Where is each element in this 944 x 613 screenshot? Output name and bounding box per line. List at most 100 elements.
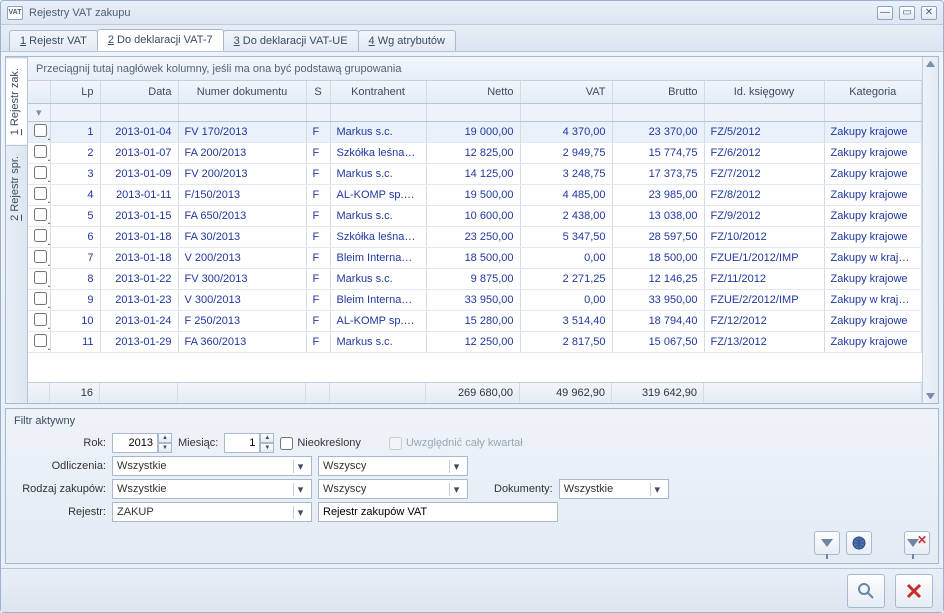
maximize-button[interactable]: ▭ (899, 6, 915, 20)
table-row[interactable]: 102013-01-24F 250/2013FAL-KOMP sp.…15 28… (28, 310, 922, 331)
combo-dokumenty[interactable]: Wszystkie▾ (559, 479, 669, 499)
row-checkbox[interactable] (28, 163, 50, 184)
tab-do-deklaracji-vat-ue[interactable]: 3 Do deklaracji VAT-UE (223, 30, 359, 51)
cell-netto: 12 825,00 (426, 142, 520, 163)
table-row[interactable]: 62013-01-18FA 30/2013FSzkółka leśna…23 2… (28, 226, 922, 247)
row-checkbox[interactable] (28, 121, 50, 142)
combo-odliczenia[interactable]: Wszystkie▾ (112, 456, 312, 476)
miesiac-down[interactable]: ▼ (260, 443, 274, 453)
tab-wg-atrybutow[interactable]: 4 Wg atrybutów (358, 30, 456, 51)
cell-doc: FA 650/2013 (178, 205, 306, 226)
globe-button[interactable] (846, 531, 872, 555)
combo-rejestr[interactable]: ZAKUP▾ (112, 502, 312, 522)
close-button[interactable] (895, 574, 933, 608)
cell-doc: FA 30/2013 (178, 226, 306, 247)
window-title: Rejestry VAT zakupu (29, 7, 871, 19)
clear-filter-button[interactable]: ✕ (904, 531, 930, 555)
col-kontrahent[interactable]: Kontrahent (330, 81, 426, 103)
miesiac-up[interactable]: ▲ (260, 433, 274, 443)
cell-brutto: 15 774,75 (612, 142, 704, 163)
row-checkbox[interactable] (28, 184, 50, 205)
grid-footer: 16 269 680,00 49 962,90 319 642,90 (28, 383, 922, 403)
filter-button[interactable] (814, 531, 840, 555)
table-row[interactable]: 32013-01-09FV 200/2013FMarkus s.c.14 125… (28, 163, 922, 184)
cell-netto: 14 125,00 (426, 163, 520, 184)
table-row[interactable]: 82013-01-22FV 300/2013FMarkus s.c.9 875,… (28, 268, 922, 289)
cell-kontrahent: Markus s.c. (330, 163, 426, 184)
combo-rodzaj2[interactable]: Wszyscy▾ (318, 479, 468, 499)
cell-kat: Zakupy krajowe (824, 226, 922, 247)
tab-rejestr-vat[interactable]: 1 Rejestr VAT (9, 30, 98, 51)
row-checkbox[interactable] (28, 205, 50, 226)
cell-kontrahent: AL-KOMP sp.… (330, 184, 426, 205)
rok-input[interactable] (112, 433, 158, 453)
vtab-rejestr-zak[interactable]: 1 Rejestr zak. (6, 57, 27, 145)
table-row[interactable]: 42013-01-11F/150/2013FAL-KOMP sp.…19 500… (28, 184, 922, 205)
row-checkbox[interactable] (28, 226, 50, 247)
col-s[interactable]: S (306, 81, 330, 103)
minimize-button[interactable]: — (877, 6, 893, 20)
grid-scroll[interactable]: Lp Data Numer dokumentu S Kontrahent Net… (28, 81, 922, 383)
cell-netto: 10 600,00 (426, 205, 520, 226)
tab-do-deklaracji-vat7[interactable]: 2 Do deklaracji VAT-7 (97, 29, 224, 51)
table-row[interactable]: 72013-01-18V 200/2013FBleim Interna…18 5… (28, 247, 922, 268)
filter-icon-cell[interactable]: ▾ (28, 103, 50, 121)
combo-odliczenia2[interactable]: Wszyscy▾ (318, 456, 468, 476)
row-checkbox[interactable] (28, 289, 50, 310)
cell-vat: 2 949,75 (520, 142, 612, 163)
col-doc[interactable]: Numer dokumentu (178, 81, 306, 103)
miesiac-spinner[interactable]: ▲▼ (224, 433, 274, 453)
row-checkbox[interactable] (28, 331, 50, 352)
cell-brutto: 28 597,50 (612, 226, 704, 247)
cell-kontrahent: Szkółka leśna… (330, 142, 426, 163)
cell-data: 2013-01-11 (100, 184, 178, 205)
cell-lp: 11 (50, 331, 100, 352)
cell-brutto: 13 038,00 (612, 205, 704, 226)
rok-up[interactable]: ▲ (158, 433, 172, 443)
col-lp[interactable]: Lp (50, 81, 100, 103)
cell-netto: 19 500,00 (426, 184, 520, 205)
cell-s: F (306, 205, 330, 226)
table-row[interactable]: 52013-01-15FA 650/2013FMarkus s.c.10 600… (28, 205, 922, 226)
row-checkbox[interactable] (28, 310, 50, 331)
label-rejestr: Rejestr: (14, 506, 106, 518)
table-row[interactable]: 92013-01-23V 300/2013FBleim Interna…33 9… (28, 289, 922, 310)
cell-netto: 9 875,00 (426, 268, 520, 289)
cell-kontrahent: Markus s.c. (330, 121, 426, 142)
cell-id: FZ/9/2012 (704, 205, 824, 226)
row-checkbox[interactable] (28, 268, 50, 289)
rejestr-name-field[interactable] (318, 502, 558, 522)
table-row[interactable]: 112013-01-29FA 360/2013FMarkus s.c.12 25… (28, 331, 922, 352)
vertical-scrollbar[interactable] (922, 57, 938, 403)
top-tab-bar: 1 Rejestr VAT 2 Do deklaracji VAT-7 3 Do… (1, 25, 943, 52)
cell-data: 2013-01-29 (100, 331, 178, 352)
col-vat[interactable]: VAT (520, 81, 612, 103)
cell-doc: FV 300/2013 (178, 268, 306, 289)
miesiac-input[interactable] (224, 433, 260, 453)
refresh-button[interactable] (847, 574, 885, 608)
chk-nieokreslony[interactable]: Nieokreślony (280, 437, 361, 450)
col-brutto[interactable]: Brutto (612, 81, 704, 103)
cell-s: F (306, 226, 330, 247)
close-window-button[interactable]: ✕ (921, 6, 937, 20)
footer-netto: 269 680,00 (426, 383, 520, 403)
row-checkbox[interactable] (28, 142, 50, 163)
grouping-bar[interactable]: Przeciągnij tutaj nagłówek kolumny, jeśl… (28, 57, 922, 81)
vtab-rejestr-spr[interactable]: 2 Rejestr spr. (6, 145, 27, 231)
row-checkbox[interactable] (28, 247, 50, 268)
label-rok: Rok: (14, 437, 106, 449)
col-id-ksiegowy[interactable]: Id. księgowy (704, 81, 824, 103)
col-netto[interactable]: Netto (426, 81, 520, 103)
table-row[interactable]: 12013-01-04FV 170/2013FMarkus s.c.19 000… (28, 121, 922, 142)
rok-spinner[interactable]: ▲▼ (112, 433, 172, 453)
filter-heading: Filtr aktywny (14, 415, 930, 427)
table-row[interactable]: 22013-01-07FA 200/2013FSzkółka leśna…12 … (28, 142, 922, 163)
cell-s: F (306, 247, 330, 268)
col-checkbox[interactable] (28, 81, 50, 103)
col-data[interactable]: Data (100, 81, 178, 103)
col-kategoria[interactable]: Kategoria (824, 81, 922, 103)
combo-rodzaj[interactable]: Wszystkie▾ (112, 479, 312, 499)
rok-down[interactable]: ▼ (158, 443, 172, 453)
body-area: 1 Rejestr zak. 2 Rejestr spr. Przeciągni… (1, 52, 943, 568)
cell-s: F (306, 121, 330, 142)
